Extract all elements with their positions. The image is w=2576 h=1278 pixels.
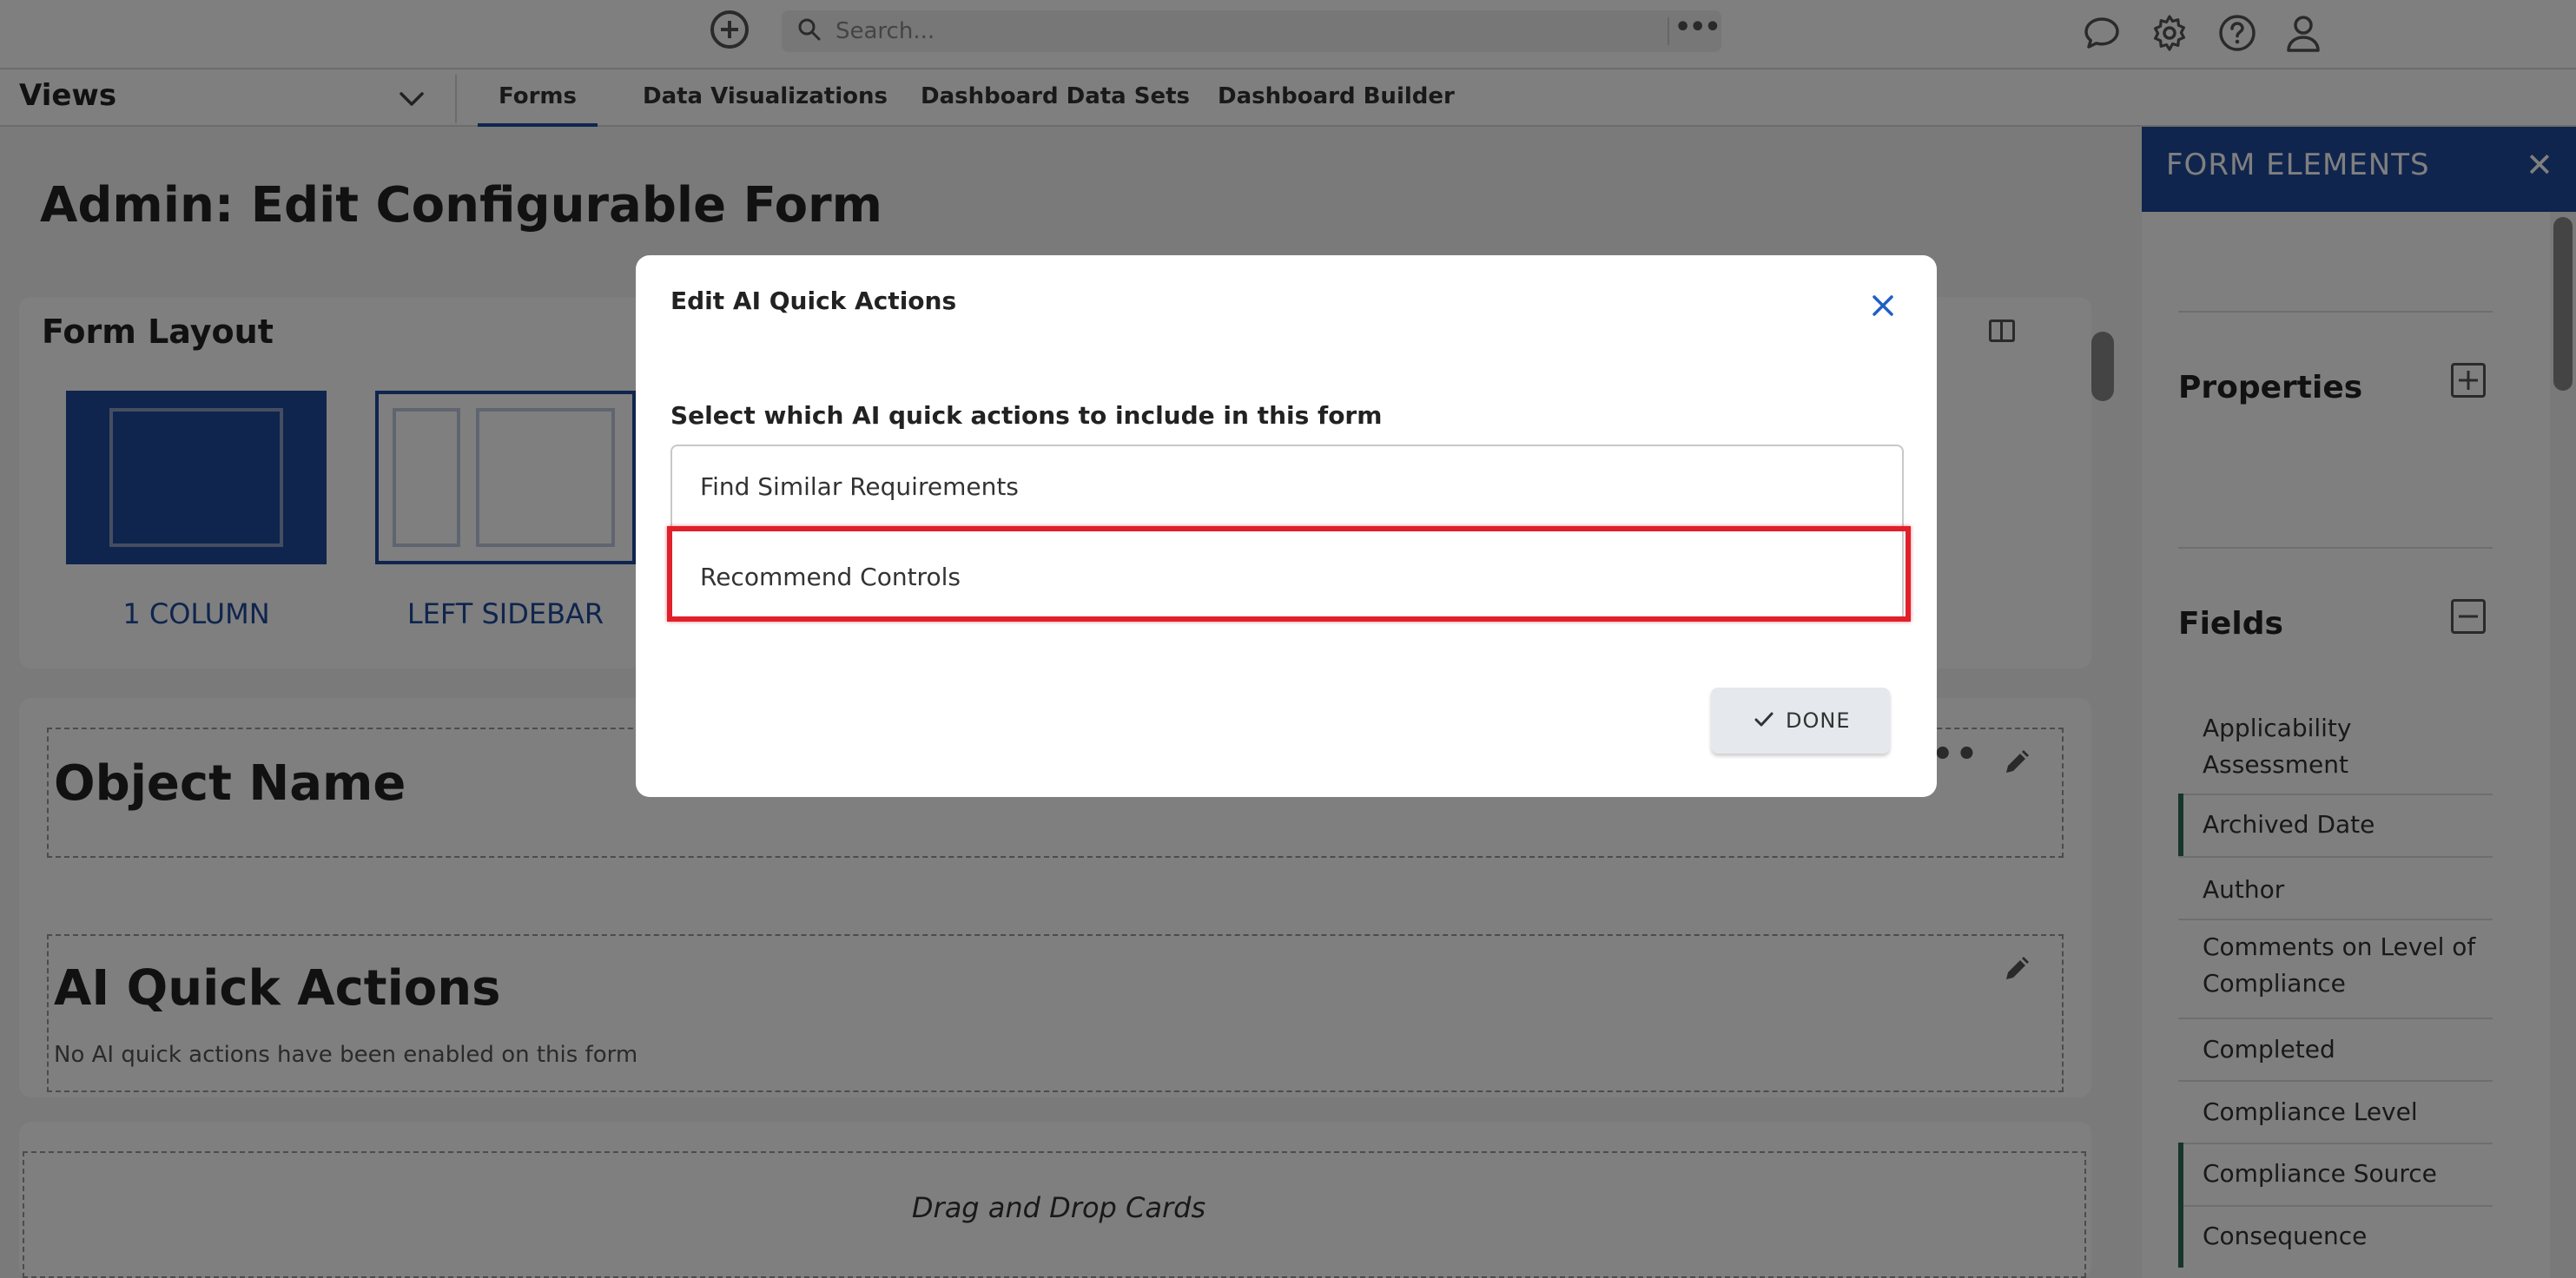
done-button[interactable]: DONE [1711, 688, 1890, 754]
done-button-label: DONE [1786, 708, 1851, 733]
quick-action-option-selected[interactable]: Recommend Controls [667, 526, 1911, 622]
close-icon[interactable] [1866, 288, 1900, 323]
quick-action-option-label: Find Similar Requirements [700, 472, 1019, 501]
quick-action-options-list: Find Similar Requirements Recommend Cont… [667, 445, 1911, 622]
edit-ai-quick-actions-modal: Edit AI Quick Actions Select which AI qu… [636, 255, 1937, 797]
modal-subtitle: Select which AI quick actions to include… [670, 401, 1383, 430]
quick-action-option[interactable]: Find Similar Requirements [672, 446, 1906, 533]
quick-action-option-label: Recommend Controls [700, 563, 961, 591]
check-icon [1754, 712, 1773, 727]
modal-title: Edit AI Quick Actions [670, 287, 957, 315]
